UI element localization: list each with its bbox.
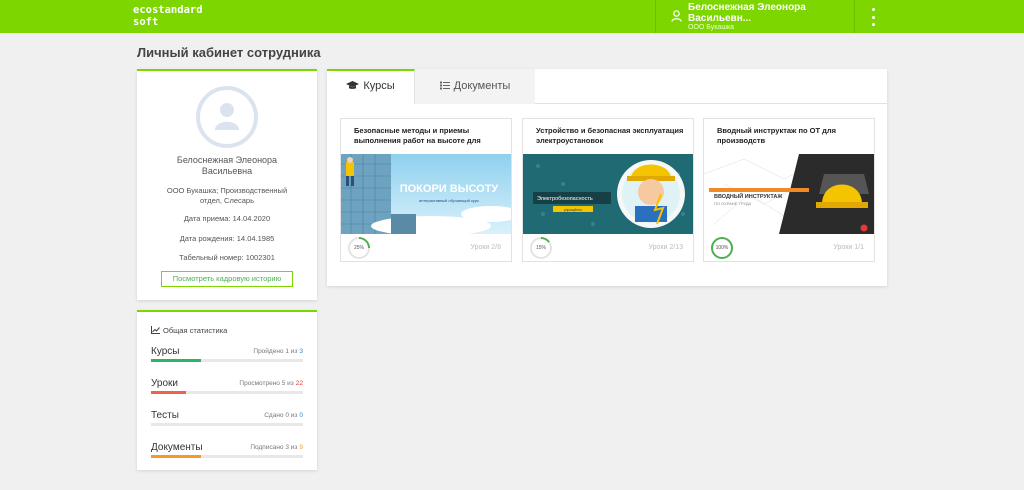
history-button[interactable]: Посмотреть кадровую историю [161, 271, 293, 287]
tab-number: Табельный номер: 1002301 [179, 253, 275, 262]
stat-documents: Документы Подписано 3 из 9 [151, 442, 303, 458]
stat-name: Тесты [151, 410, 179, 421]
stat-progress-bar [151, 455, 303, 458]
user-name: Белоснежная Элеонора Васильевн... [688, 2, 806, 24]
stat-progress-bar [151, 391, 303, 394]
course-card[interactable]: Вводный инструктаж по ОТ для производств… [703, 118, 875, 262]
more-vertical-icon[interactable] [865, 8, 881, 26]
stat-courses: Курсы Пройдено 1 из 3 [151, 346, 303, 362]
birth-date: Дата рождения: 14.04.1985 [179, 234, 275, 243]
course-image: Электробезопасность упрощённо [523, 154, 693, 234]
progress-ring: 25% [348, 237, 370, 259]
stat-value: Просмотрено 5 из 22 [239, 380, 303, 387]
stat-progress-bar [151, 423, 303, 426]
lessons-count: Уроки 2/13 [648, 244, 683, 251]
list-icon [439, 81, 450, 90]
course-title: Вводный инструктаж по ОТ для производств [717, 126, 837, 145]
course-title: Безопасные методы и приемы выполнения ра… [354, 126, 481, 145]
user-icon [671, 10, 682, 22]
stat-name: Документы [151, 442, 203, 453]
course-card[interactable]: Безопасные методы и приемы выполнения ра… [340, 118, 512, 262]
stat-value: Пройдено 1 из 3 [253, 348, 303, 355]
course-banner-subtext: упрощённо [564, 208, 582, 212]
hire-date: Дата приема: 14.04.2020 [183, 214, 271, 223]
stats-title: Общая статистика [151, 326, 227, 335]
user-menu[interactable]: Белоснежная Элеонора Васильевн... ООО Бу… [655, 0, 855, 33]
stat-progress-bar [151, 359, 303, 362]
lessons-count: Уроки 1/1 [833, 244, 864, 251]
course-banner-subtext: ПО ОХРАНЕ ТРУДА [714, 201, 752, 206]
course-banner-text: Электробезопасность [537, 196, 593, 202]
top-bar: ecostandard soft Белоснежная Элеонора Ва… [0, 0, 1024, 33]
tab-documents[interactable]: Документы [415, 69, 535, 104]
chart-icon [151, 326, 160, 334]
stat-lessons: Уроки Просмотрено 5 из 22 [151, 378, 303, 394]
employee-department: ООО Букашка; Производственный отдел, Сле… [166, 186, 288, 205]
avatar-user-icon [215, 103, 239, 130]
stats-card: Общая статистика Курсы Пройдено 1 из 3 Ур… [137, 310, 317, 470]
lessons-count: Уроки 2/8 [470, 244, 501, 251]
employee-name: Белоснежная Элеонора Васильевна [176, 155, 278, 176]
stat-name: Курсы [151, 346, 180, 357]
course-title: Устройство и безопасная эксплуатация эле… [536, 126, 684, 145]
avatar [196, 86, 258, 148]
course-banner-subtext: интерактивный обучающий курс [419, 198, 479, 203]
stat-value: Подписано 3 из 9 [250, 444, 303, 451]
progress-ring: 100% [711, 237, 733, 259]
courses-panel: Курсы Документы Безопасные методы и прие… [327, 69, 887, 286]
stat-value: Сдано 0 из 0 [264, 412, 303, 419]
page-title: Личный кабинет сотрудника [137, 45, 321, 60]
graduation-cap-icon [346, 81, 360, 89]
course-card[interactable]: Устройство и безопасная эксплуатация эле… [522, 118, 694, 262]
tab-courses[interactable]: Курсы [327, 69, 415, 104]
logo[interactable]: ecostandard soft [133, 4, 203, 28]
profile-card: Белоснежная Элеонора Васильевна ООО Бука… [137, 69, 317, 300]
course-image: ПОКОРИ ВЫСОТУ интерактивный обучающий ку… [341, 154, 511, 234]
course-banner-text: ВВОДНЫЙ ИНСТРУКТАЖ [714, 192, 782, 200]
stat-tests: Тесты Сдано 0 из 0 [151, 410, 303, 426]
logo-line-1: ecostandard [133, 4, 203, 16]
tab-bar: Курсы Документы [327, 69, 887, 104]
course-image: ВВОДНЫЙ ИНСТРУКТАЖ ПО ОХРАНЕ ТРУДА [704, 154, 874, 234]
stat-name: Уроки [151, 378, 178, 389]
course-banner-text: ПОКОРИ ВЫСОТУ [400, 183, 499, 195]
user-org: ООО Букашка [688, 24, 735, 31]
logo-line-2: soft [133, 16, 159, 28]
progress-ring: 15% [530, 237, 552, 259]
